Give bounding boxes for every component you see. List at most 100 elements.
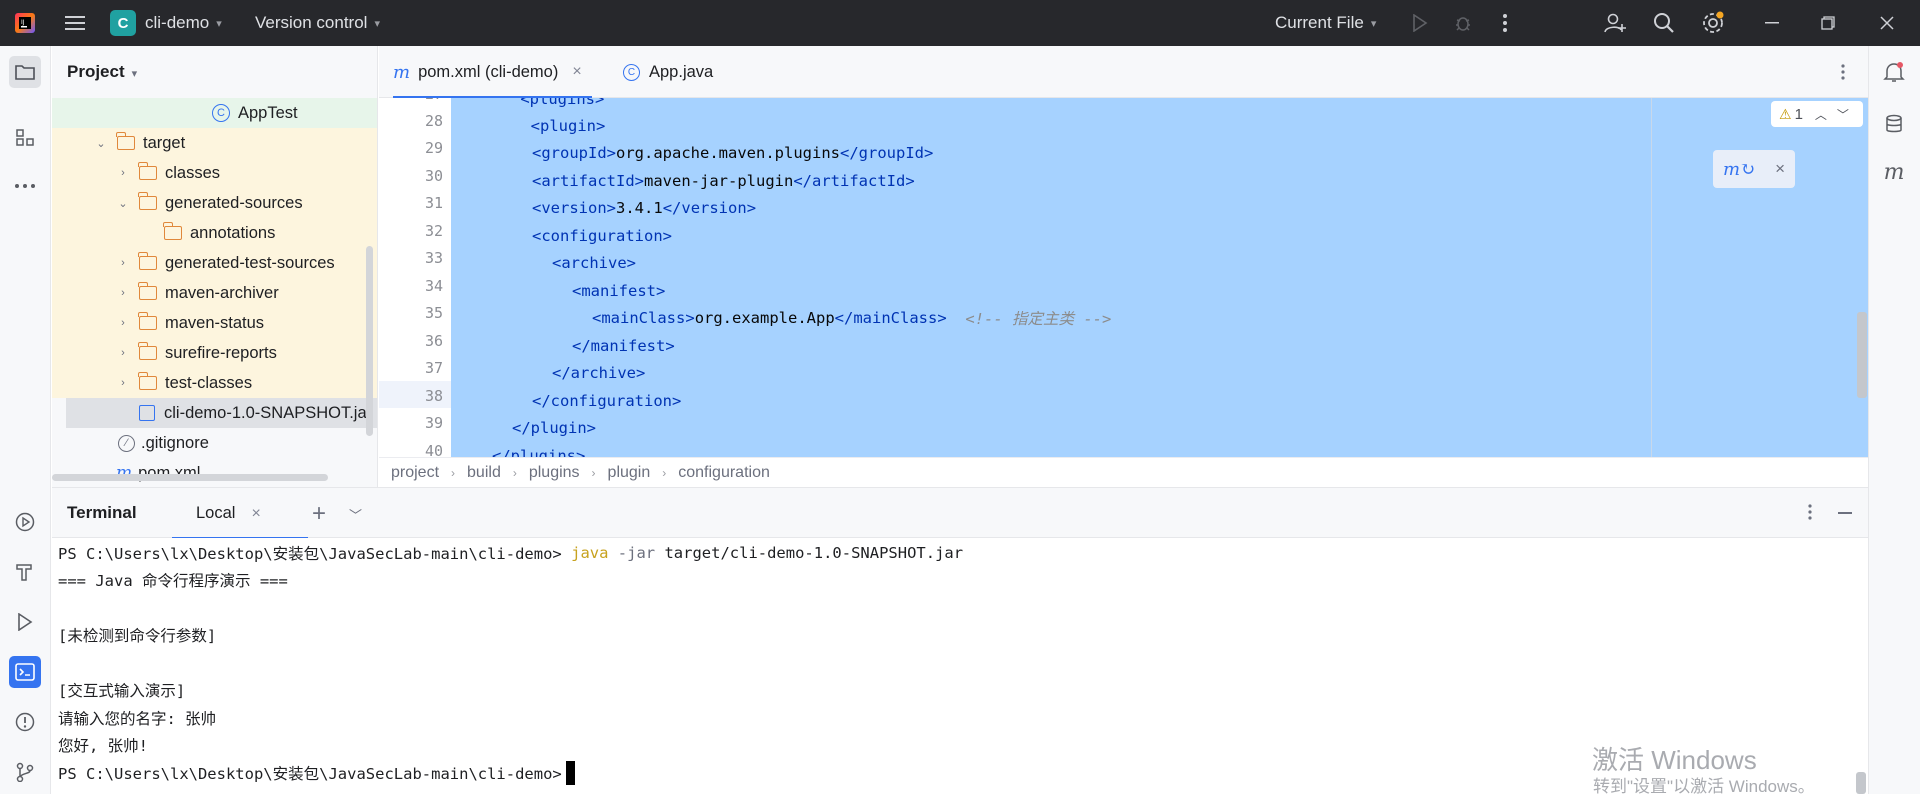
line-number: 28 [424, 112, 443, 130]
project-panel-title[interactable]: Project ▾ [67, 62, 137, 82]
more-tools-icon[interactable] [9, 170, 41, 202]
close-icon[interactable] [1872, 0, 1902, 46]
vcs-menu[interactable]: Version control ▾ [255, 13, 380, 33]
chevron-down-icon: ▾ [1370, 17, 1377, 30]
chevron-down-icon[interactable]: ﹀ [1837, 106, 1849, 123]
main-menu-icon[interactable] [60, 0, 90, 46]
inspection-widget[interactable]: ⚠ 1 ︿ ﹀ [1771, 101, 1863, 127]
chevron-up-icon[interactable]: ︿ [1815, 106, 1827, 123]
problems-icon[interactable] [9, 706, 41, 738]
debug-icon[interactable] [1448, 0, 1478, 46]
restore-icon[interactable] [1813, 0, 1843, 46]
git-branch-icon[interactable] [9, 756, 41, 788]
tree-vertical-scrollbar[interactable] [366, 246, 373, 436]
chevron-right-icon: › [451, 465, 456, 480]
tree-item-generated-sources[interactable]: ⌄ generated-sources [52, 188, 377, 218]
terminal-cursor [565, 760, 575, 785]
run-config-label: Current File [1275, 13, 1364, 32]
tree-item-annotations[interactable]: annotations [52, 218, 377, 248]
breadcrumb: project › build › plugins › plugin › con… [379, 457, 1868, 487]
chevron-down-icon: ⌄ [96, 137, 106, 150]
run-config-selector[interactable]: Current File ▾ [1275, 13, 1376, 33]
project-switcher[interactable]: C cli-demo ▾ [110, 10, 222, 36]
folder-icon [138, 192, 157, 210]
terminal-icon[interactable] [9, 656, 41, 688]
maven-file-icon: m [393, 61, 411, 83]
minimize-icon[interactable] [1757, 0, 1787, 46]
code-editor[interactable]: 27 28 29 30 31 32 33 34 35 36 37 38 39 4… [379, 98, 1868, 457]
terminal-scrollbar[interactable] [1856, 772, 1866, 794]
run-tool-icon[interactable] [9, 606, 41, 638]
breadcrumb-item[interactable]: plugin [608, 464, 651, 482]
tab-pom-xml[interactable]: m pom.xml (cli-demo) × [393, 46, 592, 99]
tree-item-gitignore[interactable]: ⁄ .gitignore [52, 428, 377, 458]
database-icon[interactable] [1878, 108, 1910, 140]
chevron-down-icon: ▾ [216, 17, 222, 30]
intellij-logo-icon[interactable]: IJ [10, 0, 40, 46]
tree-item-surefire-reports[interactable]: › surefire-reports [52, 338, 377, 368]
search-icon[interactable] [1649, 0, 1679, 46]
tree-item-test-classes[interactable]: › test-classes [52, 368, 377, 398]
line-number: 30 [424, 167, 443, 185]
build-hammer-icon[interactable] [9, 556, 41, 588]
svg-text:IJ: IJ [21, 19, 25, 26]
tab-close-icon[interactable]: × [251, 505, 260, 523]
code-line: <configuration> [532, 226, 672, 245]
folder-icon [138, 282, 157, 300]
services-icon[interactable] [9, 506, 41, 538]
tree-item-classes[interactable]: › classes [52, 158, 377, 188]
new-terminal-plus-icon[interactable]: + [312, 500, 326, 528]
line-number: 36 [424, 332, 443, 350]
tree-item-maven-archiver[interactable]: › maven-archiver [52, 278, 377, 308]
code-line: </archive> [552, 363, 646, 382]
tree-item-pom[interactable]: m pom.xml [52, 458, 377, 487]
project-folder-icon[interactable] [9, 56, 41, 88]
tree-item-generated-test-sources[interactable]: › generated-test-sources [52, 248, 377, 278]
right-margin-guide [1651, 98, 1652, 457]
maven-icon[interactable]: m [1878, 156, 1910, 188]
line-number: 34 [424, 277, 443, 295]
folder-icon [138, 372, 157, 390]
maven-reload-icon[interactable]: m↻ [1723, 159, 1755, 180]
folder-icon [138, 312, 157, 330]
notifications-bell-icon[interactable] [1878, 56, 1910, 88]
tab-app-java[interactable]: C App.java [623, 46, 713, 98]
run-icon[interactable] [1405, 0, 1435, 46]
terminal-options-icon[interactable] [1808, 504, 1812, 525]
editor-scrollbar-thumb[interactable] [1857, 312, 1867, 398]
breadcrumb-item[interactable]: configuration [678, 464, 770, 482]
tree-item-apptest[interactable]: C AppTest [52, 98, 377, 128]
breadcrumb-item[interactable]: build [467, 464, 501, 482]
warning-icon: ⚠ [1779, 105, 1792, 122]
activation-watermark-subtitle: 转到"设置"以激活 Windows。 [1593, 777, 1815, 796]
maven-reload-popup[interactable]: m↻ × [1713, 150, 1795, 188]
more-actions-icon[interactable] [1490, 0, 1520, 46]
add-user-icon[interactable] [1600, 0, 1630, 46]
terminal-header: Terminal Local × + ﹀ [52, 487, 1868, 540]
tree-item-target[interactable]: ⌄ target [52, 128, 377, 158]
breadcrumb-item[interactable]: project [391, 464, 439, 482]
folder-icon [163, 222, 182, 240]
tab-options-icon[interactable] [1841, 46, 1845, 98]
jar-file-icon [139, 405, 155, 421]
hide-panel-icon[interactable] [1838, 512, 1852, 514]
chevron-down-icon[interactable]: ﹀ [349, 505, 362, 524]
tree-item-maven-status[interactable]: › maven-status [52, 308, 377, 338]
title-bar: IJ C cli-demo ▾ Version control ▾ Curren… [0, 0, 1920, 46]
tab-close-icon[interactable]: × [572, 63, 581, 81]
line-number: 29 [424, 139, 443, 157]
chevron-down-icon: ⌄ [118, 197, 128, 210]
left-tool-strip [0, 46, 51, 794]
settings-gear-icon[interactable] [1698, 0, 1728, 46]
close-icon[interactable]: × [1775, 159, 1785, 179]
vcs-label: Version control [255, 13, 368, 32]
tree-horizontal-scrollbar[interactable] [52, 474, 328, 481]
code-line: < mainClass > org.example.App </mainClass > <… [592, 308, 1112, 328]
breadcrumb-item[interactable]: plugins [529, 464, 580, 482]
structure-icon[interactable] [9, 122, 41, 154]
editor-tab-bar: m pom.xml (cli-demo) × C App.java [379, 46, 1868, 99]
tree-item-jar[interactable]: cli-demo-1.0-SNAPSHOT.jar [66, 398, 377, 428]
terminal-tab-local[interactable]: Local × [172, 488, 308, 540]
chevron-right-icon: › [662, 465, 667, 480]
line-number: 39 [424, 414, 443, 432]
